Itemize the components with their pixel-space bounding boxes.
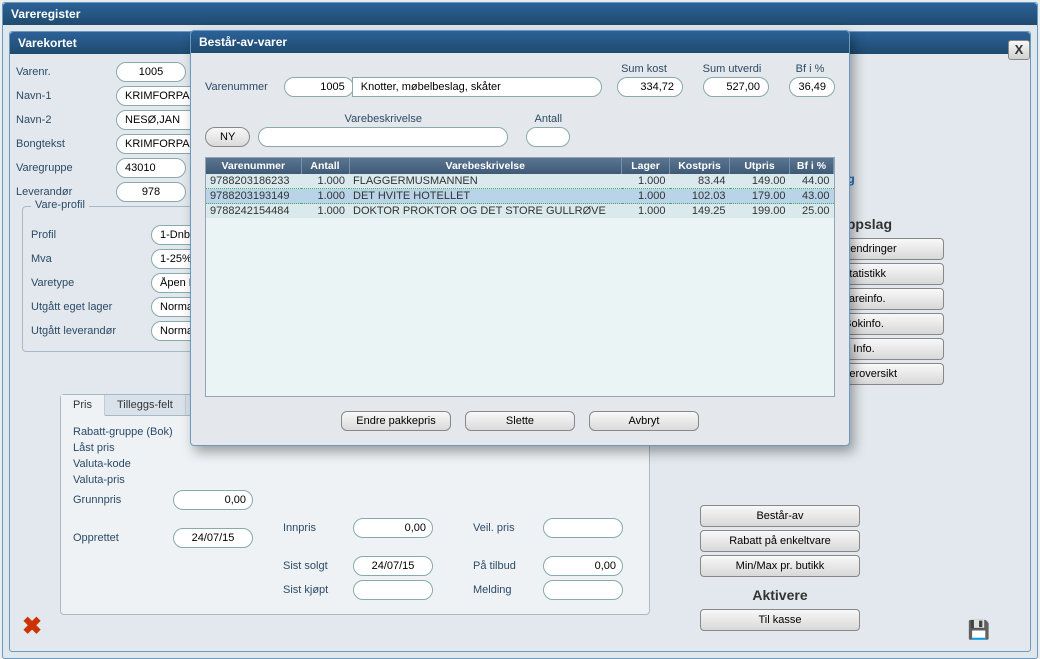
table-row[interactable]: 97882031862331.000FLAGGERMUSMANNEN1.0008… [206, 174, 834, 189]
modal-varebeskrivelse-input[interactable] [258, 127, 508, 147]
profil-label: Profil [31, 229, 151, 241]
utgatt-eget-label: Utgått eget lager [31, 301, 151, 313]
sist-kjopt-input[interactable] [353, 580, 433, 600]
veil-pris-input[interactable] [543, 518, 623, 538]
varegruppe-input[interactable] [116, 158, 186, 178]
grunnpris-input[interactable] [173, 490, 253, 510]
veil-pris-label: Veil. pris [473, 522, 543, 534]
mva-label: Mva [31, 253, 151, 265]
bestar-av-button[interactable]: Består-av [700, 505, 860, 527]
avbryt-button[interactable]: Avbryt [589, 411, 699, 431]
sum-utverdi-value [703, 77, 769, 97]
sist-solgt-label: Sist solgt [283, 560, 353, 572]
bestar-av-grid[interactable]: Varenummer Antall Varebeskrivelse Lager … [205, 157, 835, 397]
leverandor-label: Leverandør [16, 186, 116, 198]
melding-label: Melding [473, 584, 543, 596]
varenr-label: Varenr. [16, 66, 116, 78]
sum-kost-value [617, 77, 683, 97]
endre-pakkepris-button[interactable]: Endre pakkepris [341, 411, 451, 431]
bongtekst-label: Bongtekst [16, 138, 116, 150]
sum-kost-label: Sum kost [609, 63, 679, 77]
melding-input[interactable] [543, 580, 623, 600]
bf-pct-value [789, 77, 835, 97]
col-varebeskrivelse[interactable]: Varebeskrivelse [349, 158, 622, 174]
bestar-av-modal: Består-av-varer Sum kost Sum utverdi Bf … [190, 30, 850, 446]
tab-pris[interactable]: Pris [61, 395, 105, 416]
til-kasse-button[interactable]: Til kasse [700, 609, 860, 631]
pa-tilbud-label: På tilbud [473, 560, 543, 572]
pa-tilbud-input[interactable] [543, 556, 623, 576]
modal-antall-label: Antall [535, 113, 563, 125]
tab-tilleggs[interactable]: Tilleggs-felt [105, 395, 186, 415]
bf-pct-label: Bf i % [785, 63, 835, 77]
utgatt-lev-label: Utgått leverandør [31, 325, 151, 337]
opprettet-input[interactable] [173, 528, 253, 548]
sum-utverdi-label: Sum utverdi [697, 63, 767, 77]
modal-varenummer-input[interactable] [284, 77, 354, 97]
delete-icon[interactable]: ✖ [22, 612, 42, 641]
navn1-label: Navn-1 [16, 90, 116, 102]
slette-button[interactable]: Slette [465, 411, 575, 431]
modal-beskrivelse-input[interactable] [352, 77, 602, 97]
col-antall[interactable]: Antall [301, 158, 349, 174]
varetype-label: Varetype [31, 277, 151, 289]
innpris-input[interactable] [353, 518, 433, 538]
opprettet-label: Opprettet [73, 532, 173, 544]
sist-solgt-input[interactable] [353, 556, 433, 576]
table-row[interactable]: 97882421544841.000DOKTOR PROKTOR OG DET … [206, 204, 834, 219]
col-kostpris[interactable]: Kostpris [670, 158, 730, 174]
modal-title: Består-av-varer [191, 31, 849, 53]
navn2-label: Navn-2 [16, 114, 116, 126]
vareregister-title: Vareregister [3, 3, 1037, 25]
save-icon[interactable]: 💾 [968, 620, 990, 641]
varegruppe-label: Varegruppe [16, 162, 116, 174]
sist-kjopt-label: Sist kjøpt [283, 584, 353, 596]
grunnpris-label: Grunnpris [73, 494, 173, 506]
valuta-pris-label: Valuta-pris [73, 474, 213, 486]
ny-button[interactable]: NY [205, 127, 250, 147]
modal-varenummer-label: Varenummer [205, 81, 268, 93]
rabatt-enkeltvare-button[interactable]: Rabatt på enkeltvare [700, 530, 860, 552]
modal-antall-input[interactable] [526, 127, 570, 147]
table-row[interactable]: 97882031931491.000DET HVITE HOTELLET1.00… [206, 189, 834, 204]
col-lager[interactable]: Lager [622, 158, 670, 174]
col-utpris[interactable]: Utpris [730, 158, 790, 174]
varenr-input[interactable] [116, 62, 186, 82]
innpris-label: Innpris [283, 522, 353, 534]
vare-profil-legend: Vare-profil [31, 199, 89, 211]
col-varenummer[interactable]: Varenummer [206, 158, 301, 174]
close-button[interactable]: X [1008, 40, 1030, 60]
modal-varebeskrivelse-label: Varebeskrivelse [345, 113, 422, 125]
minmax-button[interactable]: Min/Max pr. butikk [700, 555, 860, 577]
valuta-kode-label: Valuta-kode [73, 458, 213, 470]
aktivere-title: Aktivere [690, 587, 870, 603]
col-bf[interactable]: Bf i % [790, 158, 834, 174]
leverandor-input[interactable] [116, 182, 186, 202]
